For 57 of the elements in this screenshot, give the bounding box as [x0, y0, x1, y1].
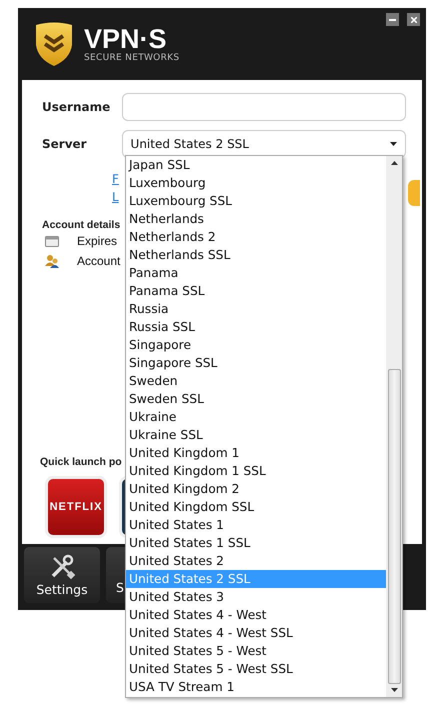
dropdown-option[interactable]: United Kingdom SSL	[126, 498, 386, 516]
dropdown-option[interactable]: Panama	[126, 264, 386, 282]
dropdown-option[interactable]: United States 2	[126, 552, 386, 570]
close-icon	[410, 16, 416, 22]
dropdown-option[interactable]: Singapore	[126, 336, 386, 354]
caret-icon	[390, 142, 397, 146]
dropdown-option[interactable]: Netherlands	[126, 210, 386, 228]
link[interactable]: F	[112, 170, 119, 188]
username-field[interactable]	[122, 92, 406, 120]
logo-title: VPN·S	[84, 25, 167, 53]
dropdown-option[interactable]: Panama SSL	[126, 282, 386, 300]
dropdown-option[interactable]: Ukraine	[126, 408, 386, 426]
server-select[interactable]: United States 2 SSL	[122, 130, 406, 158]
dropdown-option[interactable]: United States 4 - West	[126, 606, 386, 624]
account-heading: Account details	[42, 219, 122, 231]
dropdown-option[interactable]: Ukraine SSL	[126, 426, 386, 444]
server-label: Server	[42, 136, 88, 150]
dropdown-option[interactable]: Luxembourg	[126, 174, 386, 192]
dropdown-option[interactable]: Russia SSL	[126, 318, 386, 336]
dropdown-option[interactable]: United Kingdom 1 SSL	[126, 462, 386, 480]
minimize-button[interactable]	[386, 13, 399, 26]
dropdown-option[interactable]: United States 3	[126, 588, 386, 606]
dropdown-option[interactable]: United States 1	[126, 516, 386, 534]
dropdown-option[interactable]: USA TV Stream 1	[126, 678, 386, 696]
toolbar-button[interactable]: Settings	[24, 547, 100, 603]
dropdown-option[interactable]: United States 1 SSL	[126, 534, 386, 552]
users-icon	[45, 254, 59, 268]
username-label: Username	[42, 100, 112, 114]
dropdown-option[interactable]: Japan SSL	[126, 156, 386, 174]
logo-subtitle: SECURE NETWORKS	[84, 53, 180, 63]
dropdown-option[interactable]: United States 4 - West SSL	[126, 624, 386, 642]
calendar-icon	[45, 235, 59, 247]
dropdown-option[interactable]: Luxembourg SSL	[126, 192, 386, 210]
shield-logo-icon	[34, 21, 74, 67]
quick-launch-heading: Quick launch po	[40, 456, 123, 468]
dropdown-option[interactable]: Singapore SSL	[126, 354, 386, 372]
scroll-up-icon	[390, 161, 398, 165]
dropdown-option[interactable]: Russia	[126, 300, 386, 318]
wrench-screwdriver-icon	[49, 554, 75, 580]
dropdown-option[interactable]: United Kingdom 1	[126, 444, 386, 462]
account-row-label: Account	[77, 254, 120, 268]
link[interactable]: L	[112, 188, 119, 206]
dropdown-option[interactable]: Netherlands SSL	[126, 246, 386, 264]
scroll-down-icon	[390, 688, 398, 692]
scrollbar[interactable]	[386, 156, 402, 697]
dropdown-option[interactable]: United States 5 - West SSL	[126, 660, 386, 678]
dropdown-option[interactable]: United States 5 - West	[126, 642, 386, 660]
connect-button[interactable]	[408, 180, 420, 206]
scrollbar-thumb[interactable]	[388, 369, 400, 684]
minimize-icon	[389, 18, 396, 20]
dropdown-option[interactable]: Sweden SSL	[126, 390, 386, 408]
dropdown-option[interactable]: Sweden	[126, 372, 386, 390]
netflix-tile[interactable]: NETFLIX	[45, 476, 107, 538]
dropdown-option[interactable]: United Kingdom 2	[126, 480, 386, 498]
account-row-label: Expires	[77, 234, 118, 248]
dropdown-option[interactable]: Netherlands 2	[126, 228, 386, 246]
close-button[interactable]	[407, 13, 420, 26]
